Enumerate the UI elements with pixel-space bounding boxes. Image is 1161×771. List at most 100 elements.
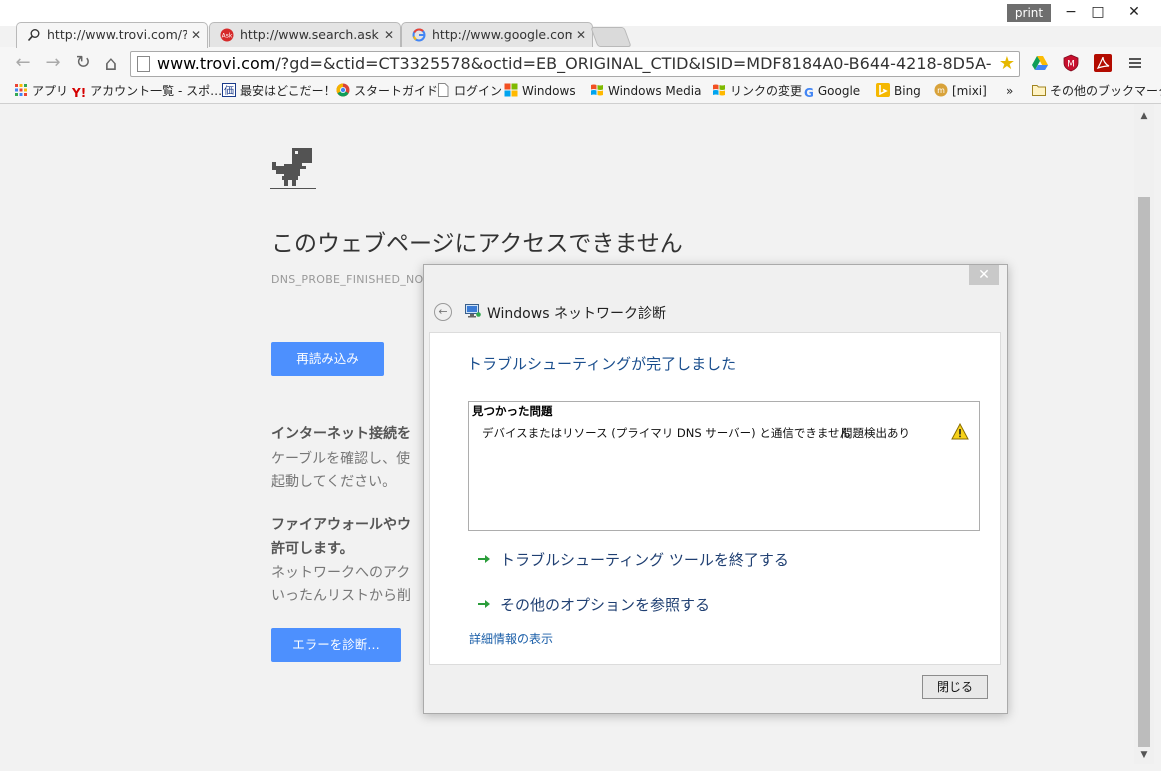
windows-media-icon xyxy=(591,84,603,96)
network-diagnostics-icon xyxy=(465,304,481,318)
bookmark-start-guide[interactable]: スタートガイド xyxy=(336,82,438,100)
bookmark-google[interactable]: G Google xyxy=(804,82,860,100)
option-label: トラブルシューティング ツールを終了する xyxy=(500,551,789,569)
bookmark-price[interactable]: 価 最安はどこだー！ xyxy=(222,82,336,100)
section-body: 起動してください。 xyxy=(271,474,397,490)
minimize-button[interactable]: − xyxy=(1057,2,1085,22)
google-icon: G xyxy=(804,86,814,100)
bookmark-login[interactable]: ログイン xyxy=(436,82,502,100)
bookmark-label: 最安はどこだー！ xyxy=(240,84,336,98)
dialog-close-button[interactable]: 閉じる xyxy=(922,675,988,699)
issue-status: 問題検出あり xyxy=(841,426,910,440)
dialog-back-icon[interactable]: ← xyxy=(434,303,452,321)
chrome-icon xyxy=(336,83,350,97)
bookmark-label: リンクの変更 xyxy=(730,84,803,98)
svg-text:M: M xyxy=(1067,60,1075,70)
adobe-pdf-icon[interactable] xyxy=(1094,54,1112,72)
apps-grid-icon xyxy=(15,84,27,96)
url-text[interactable]: www.trovi.com/?gd=&ctid=CT3325578&octid=… xyxy=(157,52,992,76)
issues-list xyxy=(468,401,980,531)
bookmark-yahoo-account[interactable]: Y! アカウント一覧 - スポ… xyxy=(72,82,222,100)
error-code: DNS_PROBE_FINISHED_NO xyxy=(271,273,424,286)
tab-close-icon[interactable]: ✕ xyxy=(576,23,586,47)
yahoo-icon: Y! xyxy=(72,86,87,100)
bookmark-label: Bing xyxy=(894,84,921,98)
bookmark-other-folder[interactable]: その他のブックマーク xyxy=(1032,82,1161,100)
url-path: /?gd=&ctid=CT3325578&octid=EB_ORIGINAL_C… xyxy=(275,54,992,73)
window-close-button[interactable]: ✕ xyxy=(1120,2,1148,22)
search-icon xyxy=(27,29,40,42)
svg-text:Ask: Ask xyxy=(222,33,233,40)
reload-button[interactable]: ↻ xyxy=(72,52,94,74)
bookmark-label: Google xyxy=(817,84,861,98)
bookmark-label: [mixi] xyxy=(952,84,987,98)
forward-button[interactable]: → xyxy=(42,52,64,74)
price-icon: 価 xyxy=(222,83,236,97)
tab-trovi[interactable]: http://www.trovi.com/? ✕ xyxy=(16,22,208,48)
option-label: その他のオプションを参照する xyxy=(500,596,711,614)
bookmark-link-change[interactable]: リンクの変更 xyxy=(712,82,802,100)
bing-icon xyxy=(876,83,890,97)
section-body: いったんリストから削 xyxy=(271,588,411,604)
bookmark-label: アプリ xyxy=(32,84,69,98)
scroll-down-arrow-icon[interactable]: ▼ xyxy=(1134,747,1154,763)
tab-google[interactable]: http://www.google.com ✕ xyxy=(401,22,593,48)
issues-header: 見つかった問題 xyxy=(472,404,553,418)
bookmark-mixi[interactable]: m [mixi] xyxy=(934,82,987,100)
svg-text:価: 価 xyxy=(224,84,234,97)
warning-icon xyxy=(951,423,969,440)
bookmark-windows-media[interactable]: Windows Media xyxy=(590,82,701,100)
section-heading: 許可します。 xyxy=(271,541,354,557)
tab-close-icon[interactable]: ✕ xyxy=(191,23,201,47)
page-icon xyxy=(438,83,449,97)
windows-links-icon xyxy=(713,84,725,96)
tab-label: http://www.search.ask. xyxy=(240,27,380,42)
bookmark-label: ログイン xyxy=(454,84,503,98)
tab-close-icon[interactable]: ✕ xyxy=(384,23,394,47)
windows-icon xyxy=(504,83,518,97)
section-body: ネットワークへのアク xyxy=(271,565,411,581)
bookmark-bing[interactable]: Bing xyxy=(876,82,921,100)
dialog-close-icon[interactable]: ✕ xyxy=(969,265,999,285)
dinosaur-icon xyxy=(270,148,316,189)
home-button[interactable]: ⌂ xyxy=(100,52,122,74)
green-arrow-icon xyxy=(478,555,490,563)
google-drive-icon[interactable] xyxy=(1031,54,1049,72)
tab-label: http://www.google.com xyxy=(432,27,572,42)
dialog-app-title: Windows ネットワーク診断 xyxy=(487,306,666,322)
ask-icon: Ask xyxy=(220,28,234,42)
maximize-button[interactable]: □ xyxy=(1084,2,1112,22)
mixi-icon: m xyxy=(934,83,948,97)
bookmark-label: Windows Media xyxy=(608,84,702,98)
page-icon xyxy=(137,56,150,72)
issue-description[interactable]: デバイスまたはリソース (プライマリ DNS サーバー) と通信できません xyxy=(482,425,851,441)
bookmarks-overflow-button[interactable]: » xyxy=(1006,82,1013,100)
google-icon xyxy=(412,28,426,42)
green-arrow-icon xyxy=(478,600,490,608)
url-host: www.trovi.com xyxy=(157,54,276,73)
scroll-up-arrow-icon[interactable]: ▲ xyxy=(1134,108,1154,124)
error-title: このウェブページにアクセスできません xyxy=(271,231,683,257)
diagnose-errors-button[interactable]: エラーを診断… xyxy=(271,628,401,662)
folder-icon xyxy=(1032,85,1046,96)
bookmark-label: スタートガイド xyxy=(354,84,439,98)
section-heading: インターネット接続を xyxy=(271,426,411,442)
reload-page-button[interactable]: 再読み込み xyxy=(271,342,384,376)
bookmark-label: Windows xyxy=(522,84,576,98)
new-tab-button[interactable] xyxy=(590,27,632,47)
back-button[interactable]: ← xyxy=(12,52,34,74)
scrollbar-thumb[interactable] xyxy=(1138,197,1150,747)
svg-text:m: m xyxy=(937,86,945,95)
menu-icon[interactable] xyxy=(1126,54,1144,72)
bookmark-apps[interactable]: アプリ xyxy=(14,82,68,100)
bookmark-label: アカウント一覧 - スポ… xyxy=(90,84,223,98)
bookmark-star-icon[interactable]: ★ xyxy=(999,53,1015,75)
tab-label: http://www.trovi.com/? xyxy=(47,27,187,42)
dialog-heading: トラブルシューティングが完了しました xyxy=(467,355,737,373)
bookmark-windows[interactable]: Windows xyxy=(504,82,576,100)
view-details-link[interactable]: 詳細情報の表示 xyxy=(469,630,553,647)
security-shield-icon[interactable]: M xyxy=(1062,54,1080,72)
tab-ask[interactable]: Ask http://www.search.ask. ✕ xyxy=(209,22,401,48)
bookmark-label: その他のブックマーク xyxy=(1050,84,1161,98)
address-bar[interactable]: www.trovi.com/?gd=&ctid=CT3325578&octid=… xyxy=(130,51,1020,77)
